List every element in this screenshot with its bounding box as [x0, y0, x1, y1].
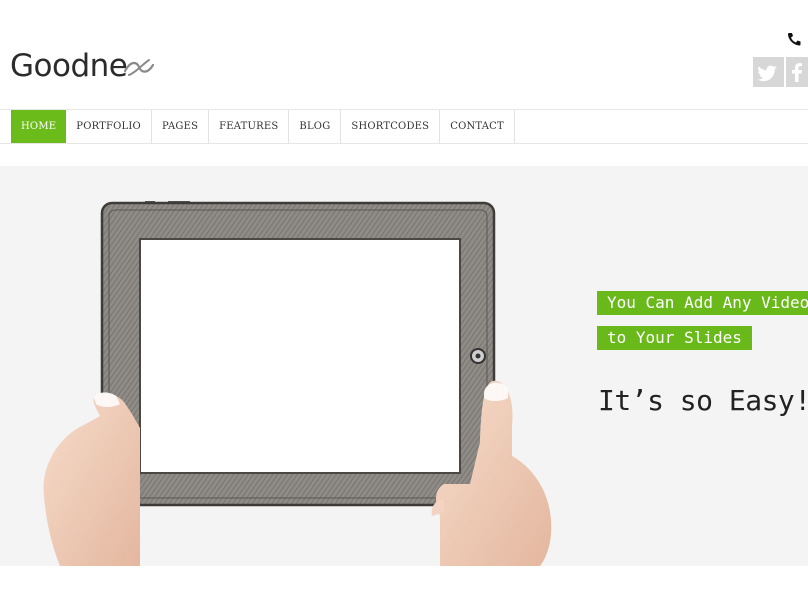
slide-tagline: It’s so Easy!	[598, 384, 808, 417]
main-navigation: HOME PORTFOLIO PAGES FEATURES BLOG SHORT…	[0, 109, 808, 144]
twitter-button[interactable]	[753, 57, 784, 87]
nav-menu: HOME PORTFOLIO PAGES FEATURES BLOG SHORT…	[11, 110, 515, 143]
slide-caption-line-2: to Your Slides	[597, 326, 752, 350]
site-logo[interactable]: Goodne	[10, 46, 128, 86]
nav-item-contact[interactable]: CONTACT	[440, 110, 515, 143]
nav-item-features[interactable]: FEATURES	[209, 110, 290, 143]
nav-item-shortcodes[interactable]: SHORTCODES	[341, 110, 441, 143]
phone-icon	[788, 33, 801, 46]
twitter-bird-icon	[757, 65, 777, 82]
nav-item-pages[interactable]: PAGES	[152, 110, 210, 143]
logo-text: Goodne	[10, 48, 128, 84]
facebook-f-icon	[792, 63, 802, 82]
nav-item-blog[interactable]: BLOG	[289, 110, 342, 143]
nav-item-portfolio[interactable]: PORTFOLIO	[66, 110, 152, 143]
nav-item-home[interactable]: HOME	[11, 110, 67, 143]
slide-caption-line-1: You Can Add Any Video	[597, 291, 808, 315]
facebook-button[interactable]	[786, 57, 808, 87]
tablet-in-hands-image	[43, 201, 552, 566]
hero-slider[interactable]: You Can Add Any Video to Your Slides It’…	[0, 166, 808, 566]
logo-x-mark-icon	[123, 59, 155, 76]
